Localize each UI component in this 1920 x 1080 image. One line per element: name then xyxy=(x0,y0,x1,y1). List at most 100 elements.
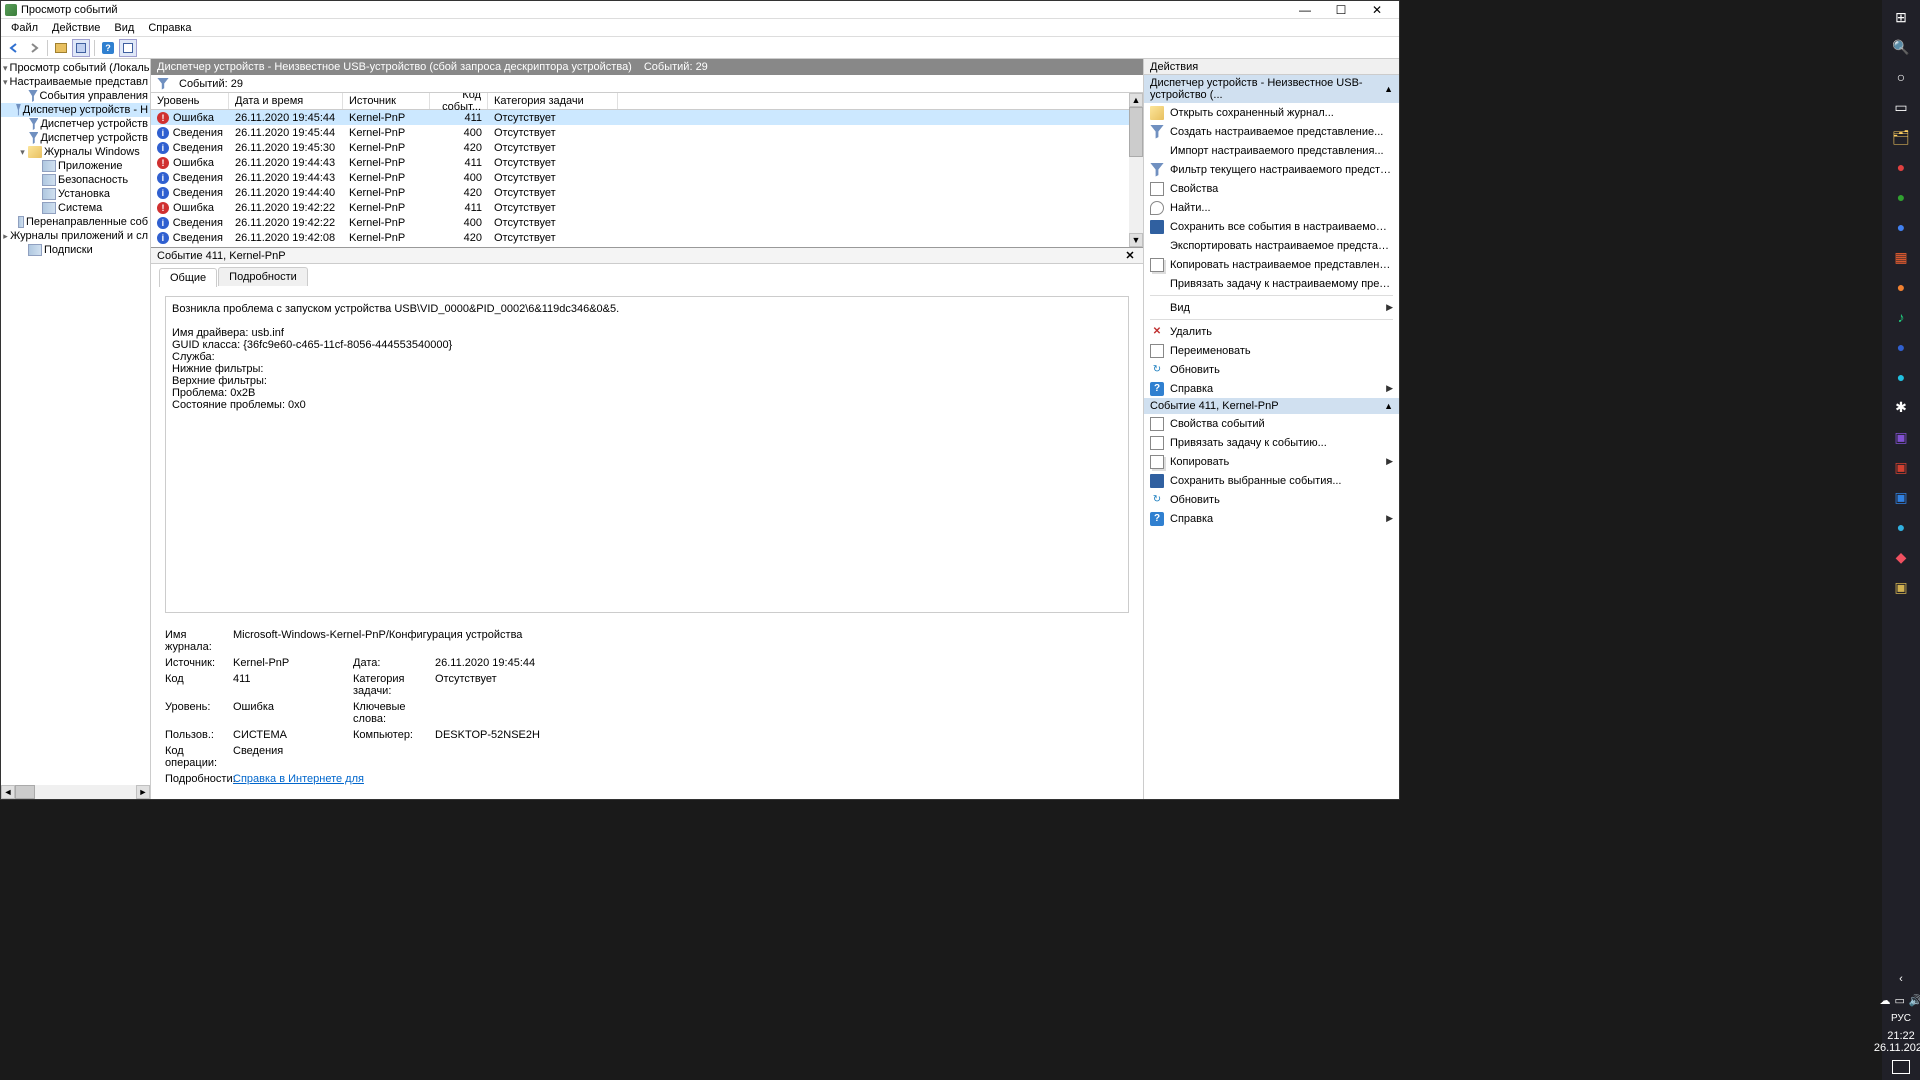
notifications-button[interactable] xyxy=(1892,1060,1910,1074)
event-row[interactable]: !Ошибка26.11.2020 19:45:44Kernel-PnP411О… xyxy=(151,110,1129,125)
taskbar-app-icon[interactable]: ▣ xyxy=(1888,484,1914,510)
action-item[interactable]: Импорт настраиваемого представления... xyxy=(1144,141,1399,160)
vscroll-thumb[interactable] xyxy=(1129,107,1143,157)
hscroll-right[interactable]: ► xyxy=(136,785,150,799)
taskbar-app-icon[interactable]: ✱ xyxy=(1888,394,1914,420)
event-row[interactable]: iСведения26.11.2020 19:42:08Kernel-PnP42… xyxy=(151,230,1129,245)
tree-item[interactable]: ▸Журналы приложений и сл xyxy=(1,229,150,243)
minimize-button[interactable]: — xyxy=(1287,1,1323,19)
taskbar-app-icon[interactable]: ○ xyxy=(1888,64,1914,90)
actions-section2[interactable]: Событие 411, Kernel-PnP▲ xyxy=(1144,398,1399,414)
show-hide-tree-button[interactable] xyxy=(52,39,70,57)
taskbar-app-icon[interactable]: ● xyxy=(1888,154,1914,180)
action-item[interactable]: ✕Удалить xyxy=(1144,322,1399,341)
action-item[interactable]: Экспортировать настраиваемое представлен… xyxy=(1144,236,1399,255)
taskbar-app-icon[interactable]: ● xyxy=(1888,364,1914,390)
taskbar-app-icon[interactable]: 🗂 xyxy=(1888,124,1914,150)
taskbar-app-icon[interactable]: ⊞ xyxy=(1888,4,1914,30)
action-item[interactable]: Открыть сохраненный журнал... xyxy=(1144,103,1399,122)
action-item[interactable]: Привязать задачу к настраиваемому предст… xyxy=(1144,274,1399,293)
properties-button[interactable] xyxy=(72,39,90,57)
tab-details[interactable]: Подробности xyxy=(218,267,308,286)
taskbar-app-icon[interactable]: ▦ xyxy=(1888,244,1914,270)
action-item[interactable]: ?Справка▶ xyxy=(1144,379,1399,398)
event-row[interactable]: !Ошибка26.11.2020 19:44:43Kernel-PnP411О… xyxy=(151,155,1129,170)
collapse-icon[interactable]: ▾ xyxy=(17,147,28,158)
taskbar-app-icon[interactable]: 🔍 xyxy=(1888,34,1914,60)
tree-item[interactable]: Безопасность xyxy=(1,173,150,187)
action-item[interactable]: ↻Обновить xyxy=(1144,490,1399,509)
tree-item[interactable]: Приложение xyxy=(1,159,150,173)
menu-file[interactable]: Файл xyxy=(5,22,44,34)
tree-item[interactable]: ▾Журналы Windows xyxy=(1,145,150,159)
network-icon[interactable]: ▭ xyxy=(1894,994,1904,1007)
taskbar-app-icon[interactable]: ◆ xyxy=(1888,544,1914,570)
collapse-icon[interactable]: ▾ xyxy=(3,77,8,88)
action-item[interactable]: Сохранить выбранные события... xyxy=(1144,471,1399,490)
action-item[interactable]: Привязать задачу к событию... xyxy=(1144,433,1399,452)
meta-more-link[interactable]: Справка в Интернете для xyxy=(233,773,364,785)
hscroll-left[interactable]: ◄ xyxy=(1,785,15,799)
taskbar-app-icon[interactable]: ♪ xyxy=(1888,304,1914,330)
event-row[interactable]: iСведения26.11.2020 19:45:30Kernel-PnP42… xyxy=(151,140,1129,155)
back-button[interactable] xyxy=(5,39,23,57)
menu-view[interactable]: Вид xyxy=(108,22,140,34)
events-vscroll[interactable]: ▲ ▼ xyxy=(1129,93,1143,247)
taskbar-app-icon[interactable]: ● xyxy=(1888,274,1914,300)
event-row[interactable]: iСведения26.11.2020 19:44:40Kernel-PnP42… xyxy=(151,185,1129,200)
taskbar-app-icon[interactable]: ● xyxy=(1888,214,1914,240)
tree-item[interactable]: Перенаправленные соб xyxy=(1,215,150,229)
action-item[interactable]: Свойства событий xyxy=(1144,414,1399,433)
tree-hscroll[interactable]: ◄ ► xyxy=(1,785,150,799)
cloud-icon[interactable]: ☁ xyxy=(1879,994,1890,1007)
col-level[interactable]: Уровень xyxy=(151,93,229,109)
col-cat[interactable]: Категория задачи xyxy=(488,93,618,109)
volume-icon[interactable]: 🔊 xyxy=(1909,994,1920,1007)
forward-button[interactable] xyxy=(25,39,43,57)
tree-item[interactable]: Диспетчер устройств - Н xyxy=(1,103,150,117)
tray-expand-icon[interactable]: ‹ xyxy=(1888,966,1914,992)
action-item[interactable]: Фильтр текущего настраиваемого представл… xyxy=(1144,160,1399,179)
event-row[interactable]: iСведения26.11.2020 19:45:44Kernel-PnP40… xyxy=(151,125,1129,140)
maximize-button[interactable]: ☐ xyxy=(1323,1,1359,19)
action-pane-button[interactable] xyxy=(119,39,137,57)
vscroll-down[interactable]: ▼ xyxy=(1129,233,1143,247)
hscroll-thumb[interactable] xyxy=(15,785,35,799)
col-date[interactable]: Дата и время xyxy=(229,93,343,109)
action-item[interactable]: Свойства xyxy=(1144,179,1399,198)
vscroll-up[interactable]: ▲ xyxy=(1129,93,1143,107)
taskbar-app-icon[interactable]: ▣ xyxy=(1888,574,1914,600)
tree-item[interactable]: Установка xyxy=(1,187,150,201)
col-source[interactable]: Источник xyxy=(343,93,430,109)
action-item[interactable]: Сохранить все события в настраиваемом пр… xyxy=(1144,217,1399,236)
event-row[interactable]: !Ошибка26.11.2020 19:42:22Kernel-PnP411О… xyxy=(151,200,1129,215)
action-item[interactable]: Копировать настраиваемое представление..… xyxy=(1144,255,1399,274)
tree-item[interactable]: ▾Настраиваемые представл xyxy=(1,75,150,89)
tree-item[interactable]: Система xyxy=(1,201,150,215)
event-row[interactable]: iСведения26.11.2020 19:42:22Kernel-PnP40… xyxy=(151,215,1129,230)
taskbar-app-icon[interactable]: ▣ xyxy=(1888,454,1914,480)
tree-item[interactable]: Диспетчер устройств xyxy=(1,131,150,145)
action-item[interactable]: ↻Обновить xyxy=(1144,360,1399,379)
event-row[interactable]: iСведения26.11.2020 19:44:43Kernel-PnP40… xyxy=(151,170,1129,185)
action-item[interactable]: Вид▶ xyxy=(1144,298,1399,317)
tree-item[interactable]: Диспетчер устройств xyxy=(1,117,150,131)
tab-general[interactable]: Общие xyxy=(159,268,217,287)
collapse-icon[interactable]: ▾ xyxy=(3,63,8,74)
tree-item[interactable]: Подписки xyxy=(1,243,150,257)
menu-help[interactable]: Справка xyxy=(142,22,197,34)
action-item[interactable]: ?Справка▶ xyxy=(1144,509,1399,528)
tree-item[interactable]: События управления xyxy=(1,89,150,103)
menu-action[interactable]: Действие xyxy=(46,22,106,34)
taskbar-app-icon[interactable]: ▭ xyxy=(1888,94,1914,120)
taskbar-app-icon[interactable]: ● xyxy=(1888,334,1914,360)
language-indicator[interactable]: РУС xyxy=(1891,1013,1911,1024)
actions-section1[interactable]: Диспетчер устройств - Неизвестное USB-ус… xyxy=(1144,75,1399,103)
taskbar-app-icon[interactable]: ● xyxy=(1888,514,1914,540)
action-item[interactable]: Создать настраиваемое представление... xyxy=(1144,122,1399,141)
tree-item[interactable]: ▾Просмотр событий (Локальн xyxy=(1,61,150,75)
taskbar-app-icon[interactable]: ● xyxy=(1888,184,1914,210)
help-button[interactable]: ? xyxy=(99,39,117,57)
action-item[interactable]: Найти... xyxy=(1144,198,1399,217)
action-item[interactable]: Переименовать xyxy=(1144,341,1399,360)
